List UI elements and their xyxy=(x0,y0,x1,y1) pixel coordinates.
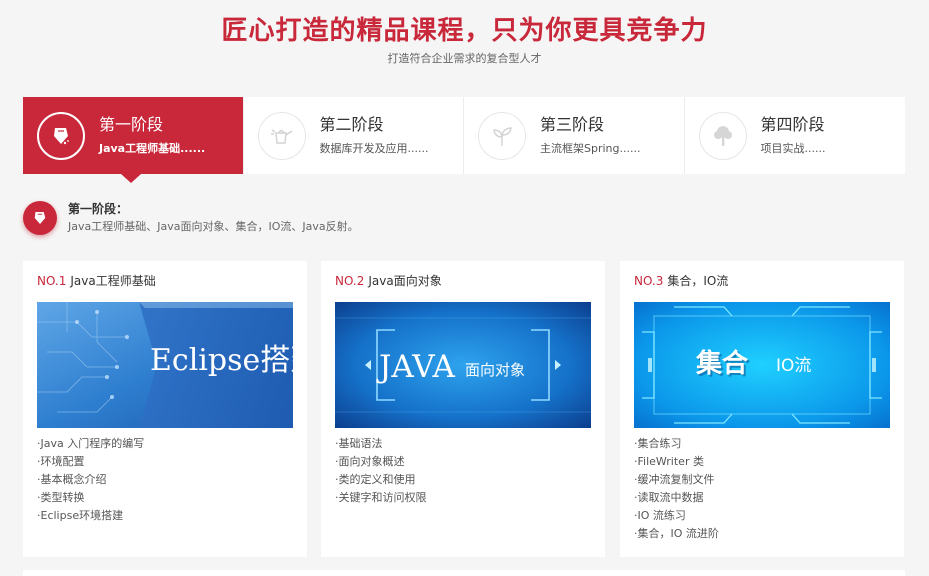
tab-stage-2-desc: 数据库开发及应用...... xyxy=(319,142,429,155)
course-card-number: NO.3 xyxy=(634,274,664,288)
list-item: ·关键字和访问权限 xyxy=(335,491,427,504)
course-card-number: NO.1 xyxy=(37,274,67,288)
tab-stage-4-name: 第四阶段 xyxy=(760,115,825,134)
stage-summary: 第一阶段： Java工程师基础、Java面向对象、集合，IO流、Java反射。 xyxy=(23,198,623,238)
page-header: 匠心打造的精品课程，只为你更具竞争力 打造符合企业需求的复合型人才 xyxy=(0,0,929,66)
tab-stage-1-desc: Java工程师基础...... xyxy=(99,142,206,155)
tree-icon xyxy=(698,111,747,160)
course-topic-list: ·基础语法 ·面向对象概述 ·类的定义和使用 ·关键字和访问权限 xyxy=(335,435,427,507)
next-row-edge xyxy=(23,570,905,576)
course-card-2[interactable]: NO.2 Java面向对象 JAVA 面向对象 ·基础语法 ·面向对象概述 ·类… xyxy=(321,261,605,557)
list-item: ·集合练习 xyxy=(634,437,682,450)
stage-title: 第一阶段： xyxy=(68,202,129,216)
tab-stage-3-desc: 主流框架Spring...... xyxy=(540,142,641,155)
list-item: ·类的定义和使用 xyxy=(335,473,416,486)
stage-desc: Java工程师基础、Java面向对象、集合，IO流、Java反射。 xyxy=(68,220,359,233)
list-item: ·集合，IO 流进阶 xyxy=(634,527,719,540)
list-item: ·缓冲流复制文件 xyxy=(634,473,715,486)
list-item: ·Eclipse环境搭建 xyxy=(37,509,124,522)
tab-stage-4-desc: 项目实战...... xyxy=(760,142,826,155)
course-topic-list: ·集合练习 ·FileWriter 类 ·缓冲流复制文件 ·读取流中数据 ·IO… xyxy=(634,435,719,543)
course-card-3[interactable]: NO.3 集合，IO流 集合 集合 IO流 ·集合练习 ·FileWriter … xyxy=(620,261,904,557)
list-item: ·环境配置 xyxy=(37,455,85,468)
course-topic-list: ·Java 入门程序的编写 ·环境配置 ·基本概念介绍 ·类型转换 ·Eclip… xyxy=(37,435,144,525)
course-card-heading: NO.3 集合，IO流 xyxy=(634,273,728,289)
page-title: 匠心打造的精品课程，只为你更具竞争力 xyxy=(221,16,708,46)
course-card-image-text: 集合 xyxy=(695,348,749,379)
pencil-icon xyxy=(23,201,57,235)
tab-stage-2-name: 第二阶段 xyxy=(319,115,384,134)
list-item: ·基本概念介绍 xyxy=(37,473,107,486)
course-card-image[interactable]: JAVA 面向对象 xyxy=(335,302,591,428)
sprout-icon xyxy=(478,111,526,160)
course-card-name: Java面向对象 xyxy=(368,274,442,288)
course-card-heading: NO.2 Java面向对象 xyxy=(335,273,442,289)
tab-stage-3[interactable]: 第三阶段 主流框架Spring...... xyxy=(464,97,685,174)
list-item: ·类型转换 xyxy=(37,491,85,504)
list-item: ·面向对象概述 xyxy=(335,455,405,468)
tab-stage-1[interactable]: 第一阶段 Java工程师基础...... xyxy=(23,97,244,183)
list-item: ·FileWriter 类 xyxy=(634,455,704,468)
pencil-icon xyxy=(37,111,85,160)
tab-stage-1-name: 第一阶段 xyxy=(99,115,164,134)
course-card-image[interactable]: 集合 集合 IO流 xyxy=(634,302,890,428)
course-card-image[interactable]: Eclipse搭建 xyxy=(37,302,293,428)
course-card-image-text: Eclipse搭建 xyxy=(150,343,293,378)
stage-tabs: 第一阶段 Java工程师基础...... 第二阶段 数据库开发及应用...... xyxy=(23,97,905,183)
tab-stage-3-name: 第三阶段 xyxy=(540,115,605,134)
course-card-1[interactable]: NO.1 Java工程师基础 Eclipse搭 ·Java 入门程序的编写 ·环… xyxy=(23,261,307,557)
course-card-image-subtext: 面向对象 xyxy=(465,361,525,379)
course-card-number: NO.2 xyxy=(335,274,365,288)
tab-stage-4[interactable]: 第四阶段 项目实战...... xyxy=(684,97,905,174)
tab-stage-2[interactable]: 第二阶段 数据库开发及应用...... xyxy=(243,97,464,174)
list-item: ·基础语法 xyxy=(335,437,383,450)
list-item: ·IO 流练习 xyxy=(634,509,686,522)
list-item: ·Java 入门程序的编写 xyxy=(37,437,145,450)
course-card-name: Java工程师基础 xyxy=(70,274,156,288)
watering-can-icon xyxy=(257,111,306,160)
course-card-heading: NO.1 Java工程师基础 xyxy=(37,273,156,289)
list-item: ·读取流中数据 xyxy=(634,491,704,504)
course-card-image-subtext: IO流 xyxy=(776,356,811,376)
course-card-image-text: JAVA xyxy=(376,349,456,385)
page-subtitle: 打造符合企业需求的复合型人才 xyxy=(387,52,542,65)
course-card-name: 集合，IO流 xyxy=(667,274,729,288)
